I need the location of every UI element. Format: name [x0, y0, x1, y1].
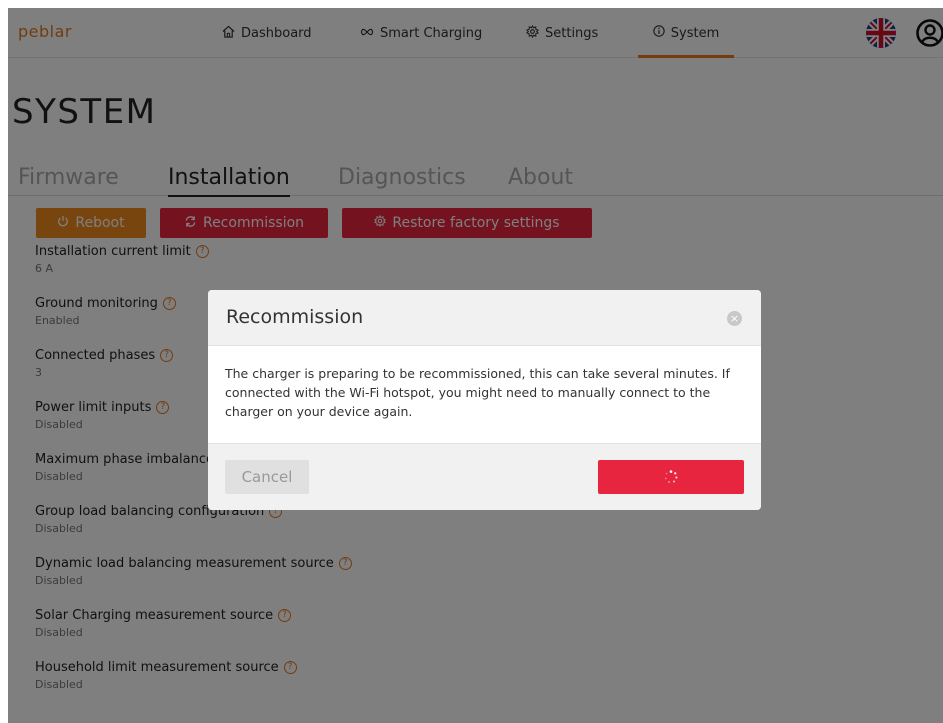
app: peblar Dashboard Smart Charging Settings…: [8, 8, 943, 723]
loading-spinner-icon: [665, 470, 678, 483]
recommission-dialog: Recommission × The charger is preparing …: [208, 290, 761, 510]
confirm-button[interactable]: [598, 460, 744, 494]
close-icon[interactable]: ×: [727, 311, 742, 326]
dialog-header: Recommission ×: [208, 290, 761, 346]
dialog-footer: Cancel: [208, 443, 761, 510]
dialog-message: The charger is preparing to be recommiss…: [225, 366, 730, 419]
dialog-title: Recommission: [226, 306, 364, 328]
cancel-button[interactable]: Cancel: [225, 460, 309, 494]
